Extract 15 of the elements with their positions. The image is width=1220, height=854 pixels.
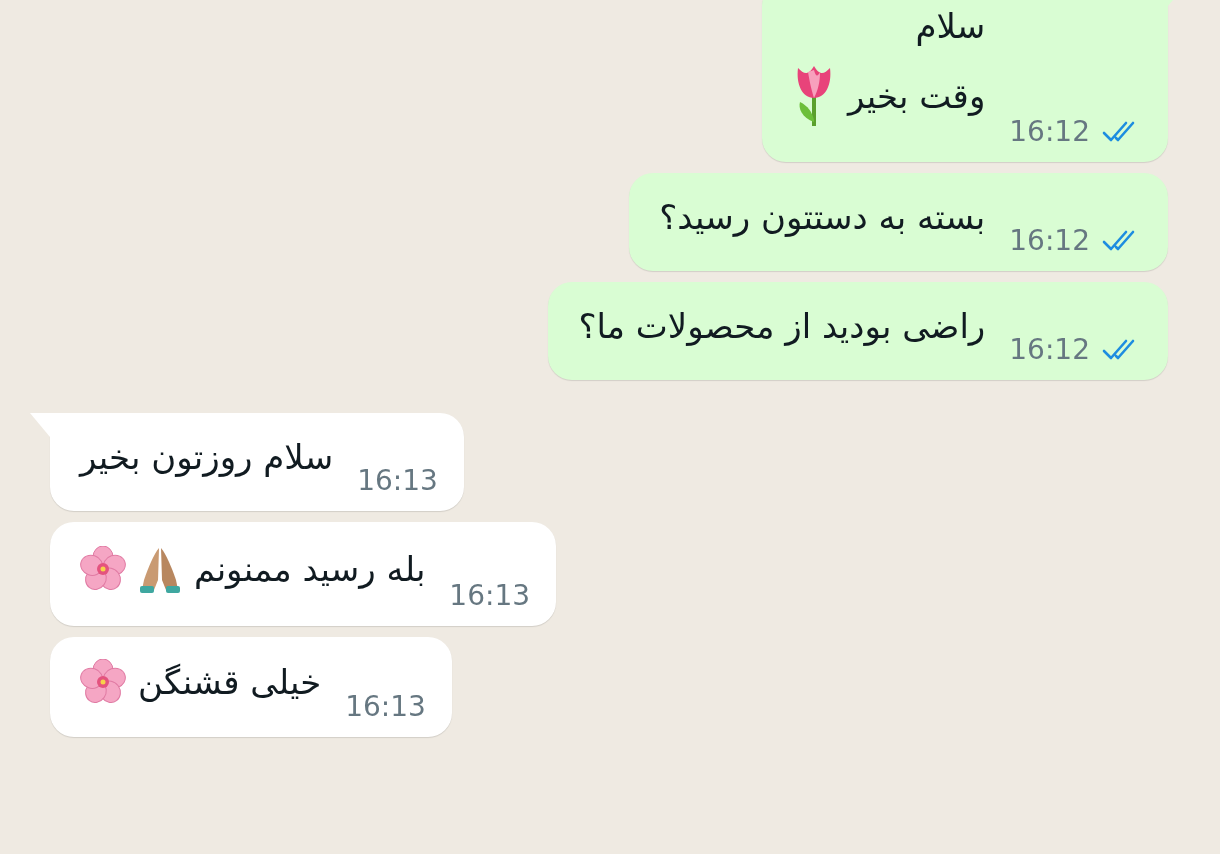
message-time: 16:13 — [357, 465, 438, 497]
message-text: راضی بودید از محصولات ما؟ — [578, 305, 986, 348]
message-time: 16:12 — [1009, 225, 1090, 257]
blossom-icon — [80, 546, 126, 592]
message-text: بسته به دستتون رسید؟ — [659, 196, 986, 239]
message-time: 16:13 — [345, 691, 426, 723]
message-text: خیلی قشنگن — [138, 661, 322, 704]
message-time: 16:12 — [1009, 334, 1090, 366]
message-time: 16:12 — [1009, 116, 1090, 148]
blossom-icon — [80, 659, 126, 705]
message-text: بله رسید ممنونم — [194, 548, 426, 591]
message-text: وقت بخیر — [848, 75, 986, 118]
message-time: 16:13 — [449, 580, 531, 612]
message-text: سلام روزتون بخیر — [80, 436, 334, 479]
message-text: سلام — [915, 5, 986, 48]
